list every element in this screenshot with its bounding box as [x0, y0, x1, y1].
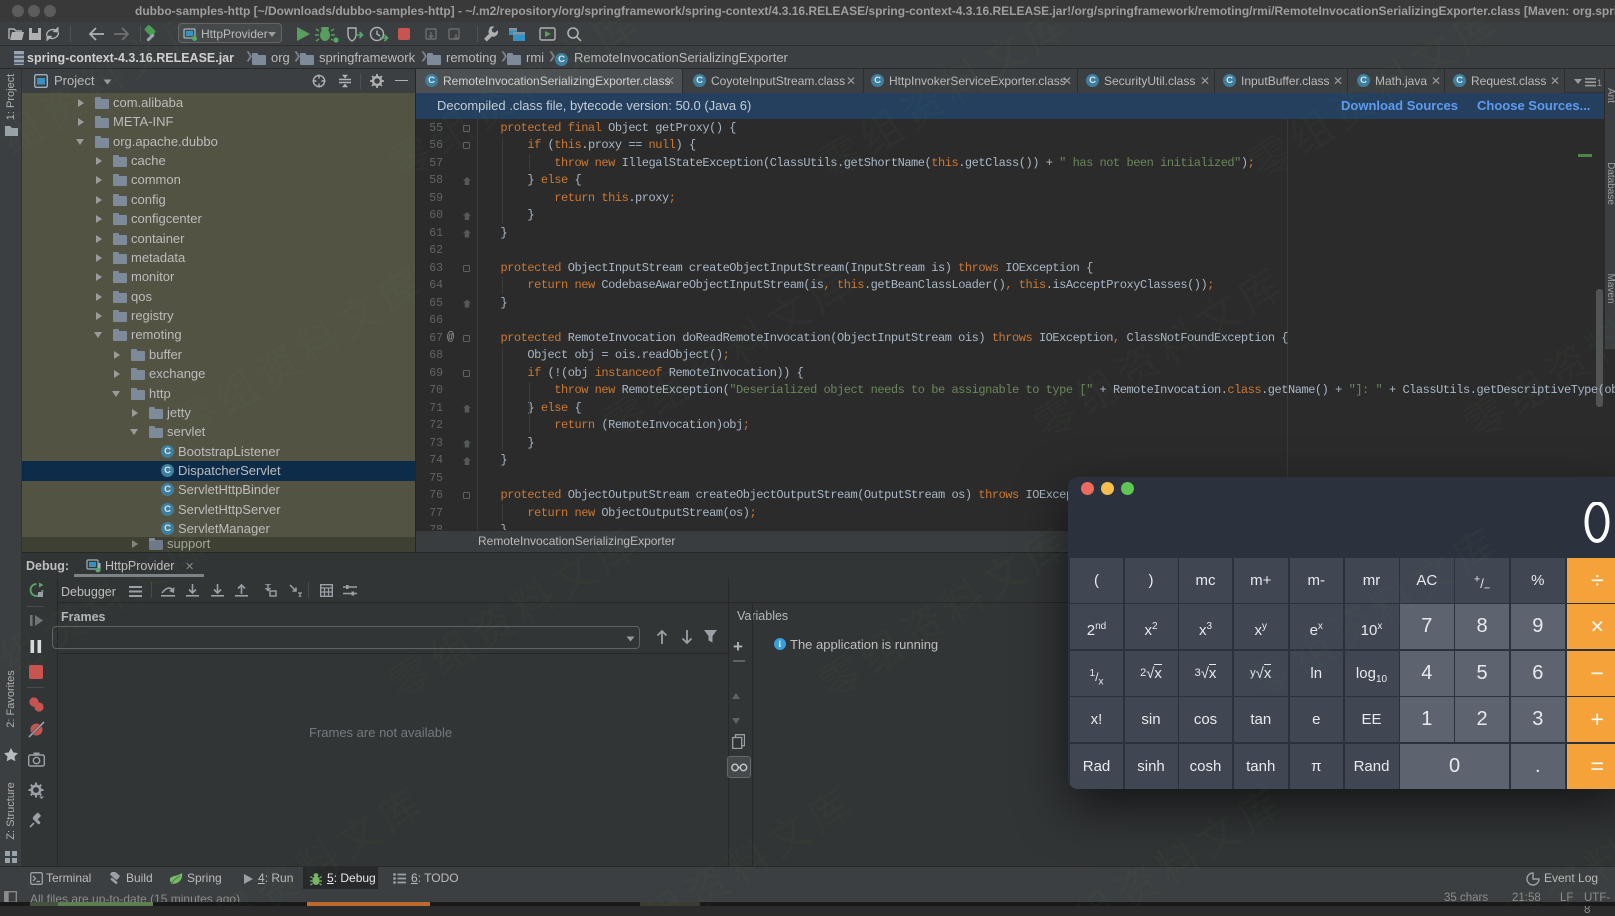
svg-text:1: 1 [1597, 78, 1602, 87]
